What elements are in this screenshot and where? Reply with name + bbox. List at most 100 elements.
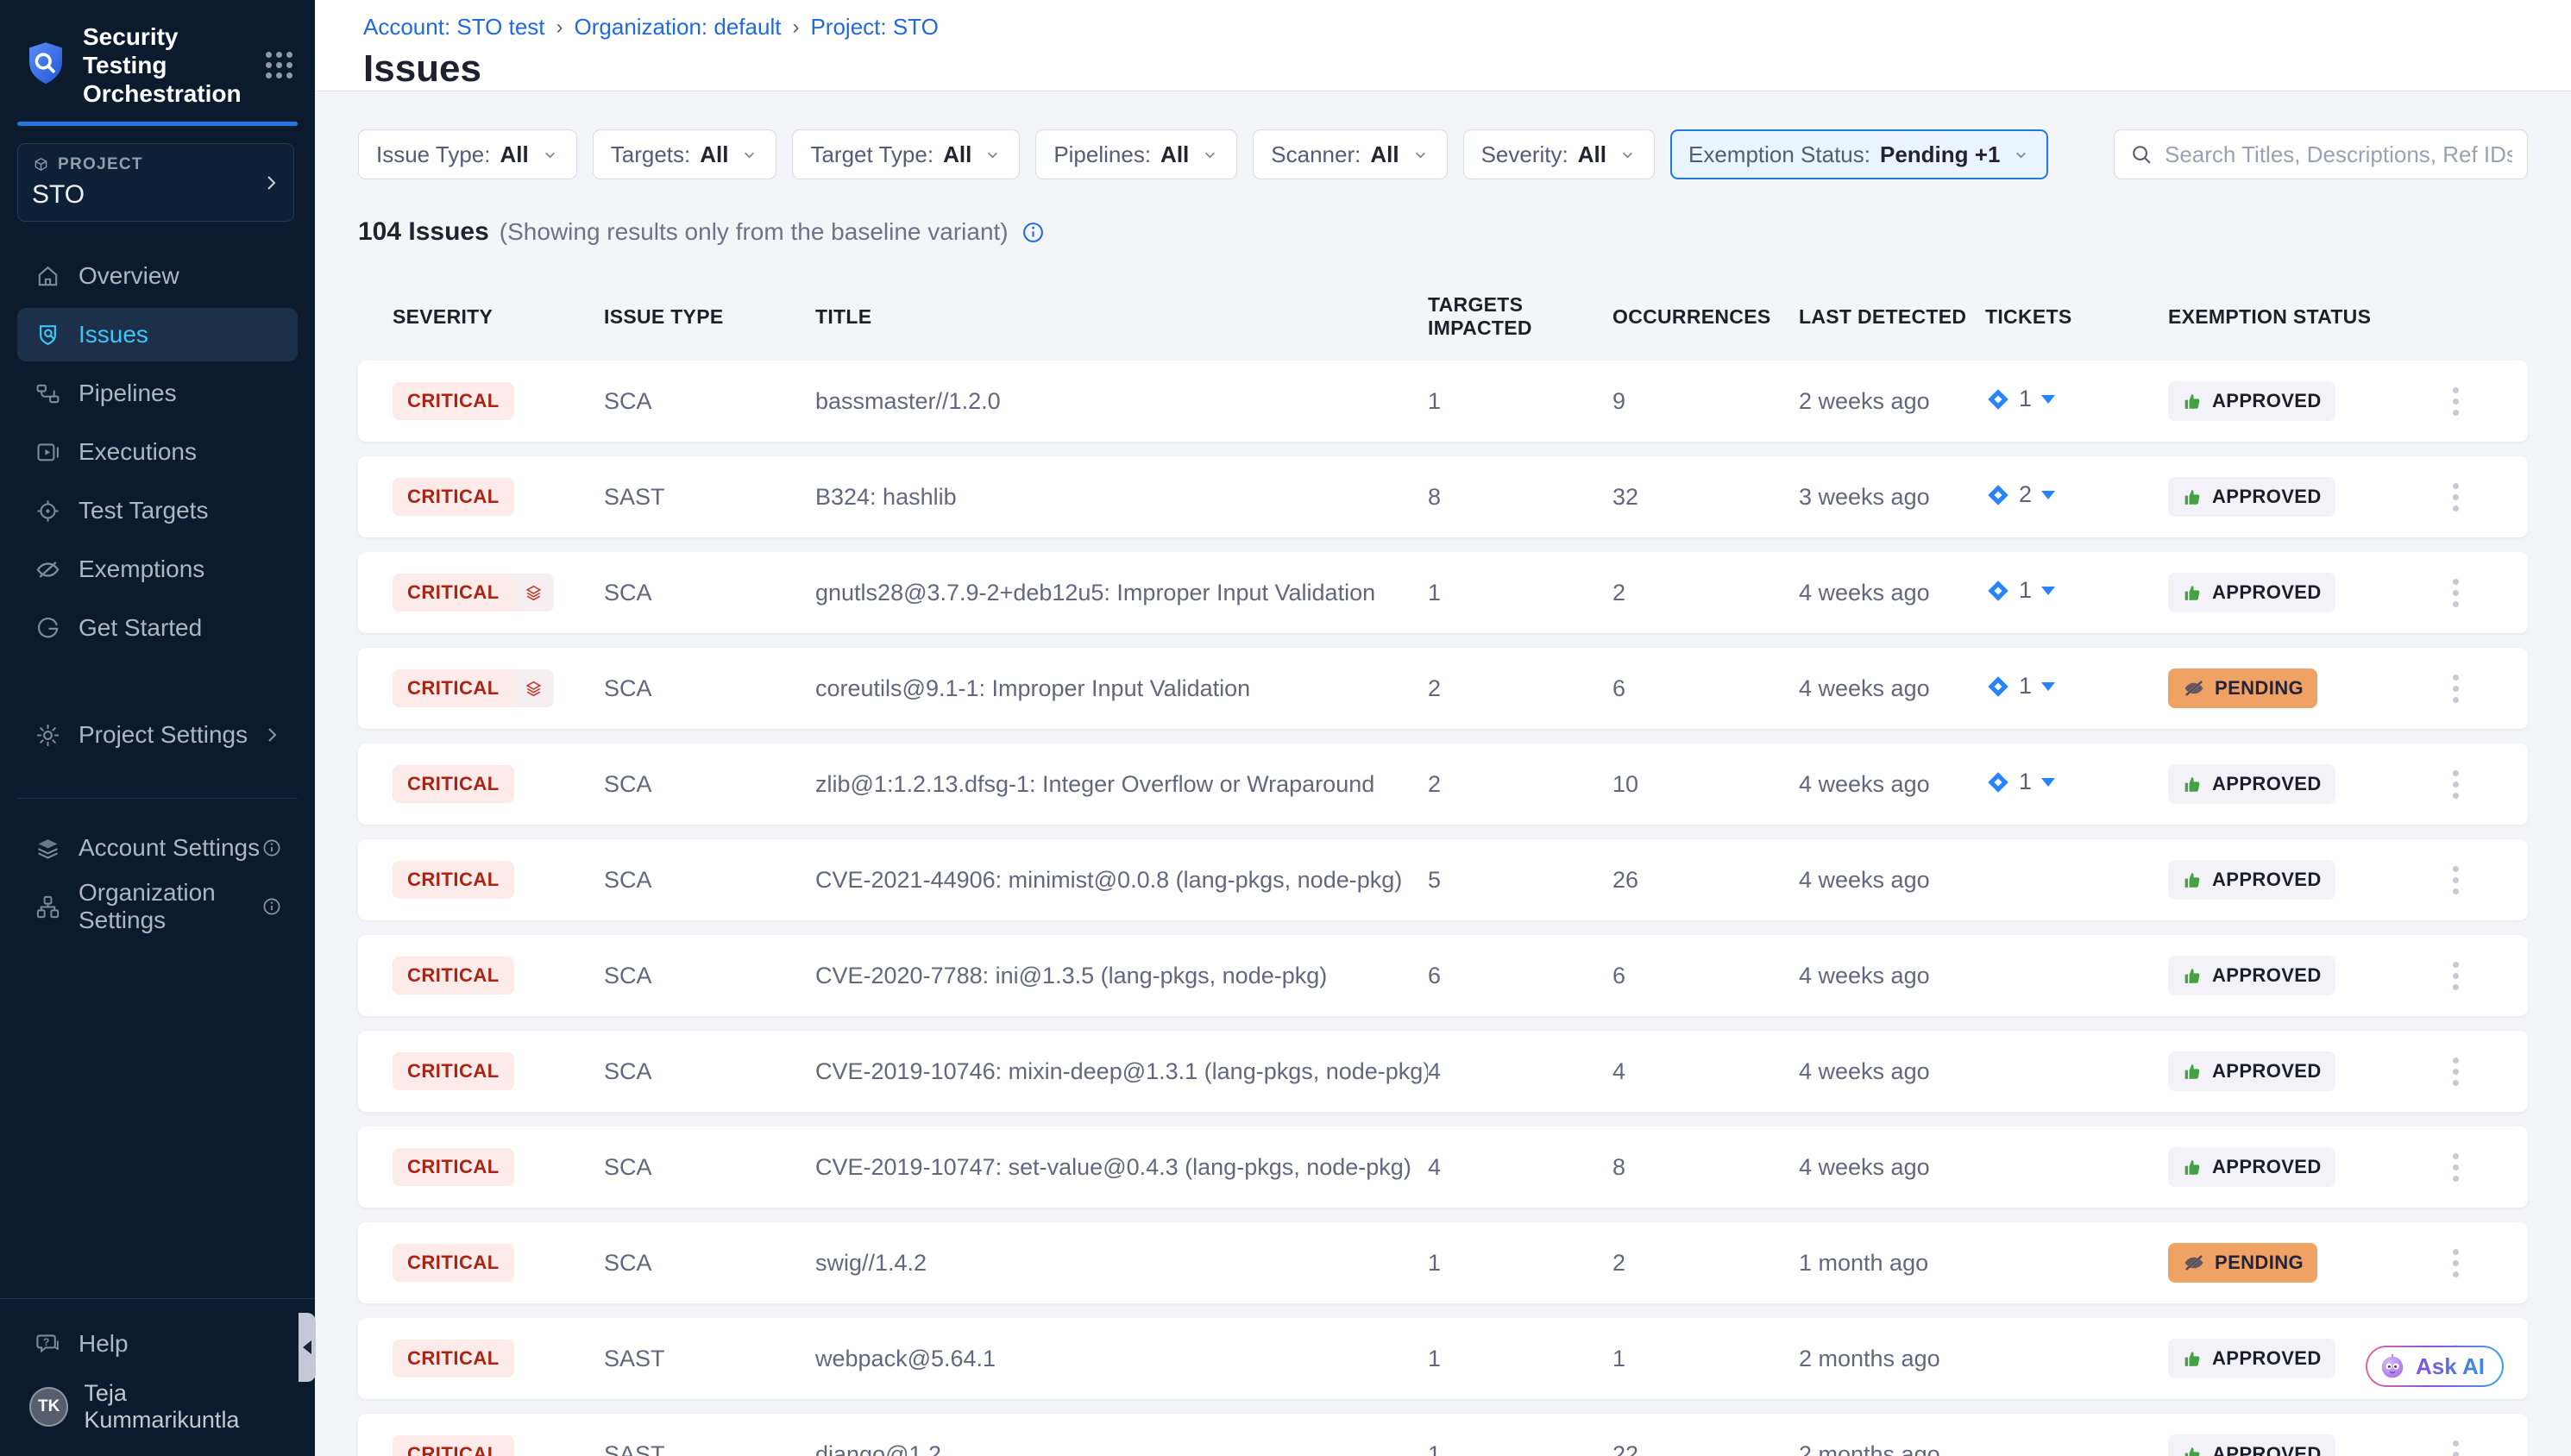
row-menu-kebab-icon[interactable] (2444, 668, 2467, 710)
breadcrumb-project-link[interactable]: Project: STO (810, 14, 938, 41)
filter-pipelines[interactable]: Pipelines:All (1035, 129, 1237, 179)
row-menu-kebab-icon[interactable] (2444, 955, 2467, 997)
sidebar-collapse-handle[interactable] (299, 1313, 316, 1382)
info-icon[interactable] (1021, 220, 1046, 245)
issue-type-cell: SCA (604, 580, 815, 606)
sidebar-item-executions[interactable]: Executions (17, 425, 298, 479)
exemption-status-cell: PENDING (2168, 1243, 2418, 1283)
issue-row[interactable]: CRITICAL SCA CVE-2019-10747: set-value@0… (358, 1127, 2528, 1208)
row-menu-kebab-icon[interactable] (2444, 476, 2467, 518)
issue-type-cell: SCA (604, 1154, 815, 1181)
row-menu-kebab-icon[interactable] (2444, 1146, 2467, 1189)
exemption-status-cell: APPROVED (2168, 860, 2418, 900)
severity-cell: CRITICAL (393, 1340, 604, 1378)
issue-row[interactable]: CRITICAL SCA CVE-2019-10746: mixin-deep@… (358, 1031, 2528, 1112)
targets-impacted-cell: 5 (1428, 867, 1612, 894)
row-menu-kebab-icon[interactable] (2444, 859, 2467, 901)
severity-badge: CRITICAL (393, 765, 514, 803)
issue-type-cell: SCA (604, 1058, 815, 1085)
sidebar-item-overview[interactable]: Overview (17, 249, 298, 303)
severity-cell: CRITICAL (393, 765, 604, 803)
sidebar-item-project-settings[interactable]: Project Settings (17, 708, 298, 762)
pipeline-icon (35, 380, 61, 407)
column-targets-impacted: TARGETS IMPACTED (1428, 293, 1612, 340)
column-title: TITLE (815, 305, 1428, 329)
issue-title-cell: swig//1.4.2 (815, 1250, 1428, 1277)
issue-row[interactable]: CRITICAL SCA coreutils@9.1-1: Improper I… (358, 648, 2528, 729)
filter-exemption-status[interactable]: Exemption Status:Pending +1 (1670, 129, 2048, 179)
issue-title-cell: coreutils@9.1-1: Improper Input Validati… (815, 675, 1428, 702)
filter-scanner[interactable]: Scanner:All (1253, 129, 1447, 179)
exemption-status-badge: APPROVED (2168, 860, 2335, 900)
sidebar-item-get-started[interactable]: Get Started (17, 601, 298, 655)
ask-ai-button[interactable]: Ask AI (2366, 1346, 2504, 1387)
ticket-chip[interactable]: 1 (1985, 769, 2055, 795)
severity-cell: CRITICAL (393, 957, 604, 995)
issue-row[interactable]: CRITICAL SAST B324: hashlib 8 32 3 weeks… (358, 456, 2528, 537)
issue-row[interactable]: CRITICAL SAST django@1.2 1 22 2 months a… (358, 1414, 2528, 1456)
ticket-chip[interactable]: 1 (1985, 386, 2055, 412)
ticket-chip[interactable]: 2 (1985, 481, 2055, 508)
sidebar-item-help[interactable]: ? Help (17, 1318, 298, 1370)
ticket-chip[interactable]: 1 (1985, 577, 2055, 604)
sidebar-item-issues[interactable]: Issues (17, 308, 298, 361)
row-menu-kebab-icon[interactable] (2444, 1051, 2467, 1093)
occurrences-cell: 2 (1612, 580, 1799, 606)
ticket-count: 1 (2019, 673, 2032, 700)
filter-severity[interactable]: Severity:All (1463, 129, 1655, 179)
issue-type-cell: SAST (604, 484, 815, 511)
row-menu-kebab-icon[interactable] (2444, 380, 2467, 423)
issue-count: 104 Issues (358, 217, 489, 247)
exemption-status-label: APPROVED (2212, 773, 2322, 795)
actions-cell (2418, 1242, 2493, 1284)
breadcrumb-organization-link[interactable]: Organization: default (575, 14, 782, 41)
info-icon[interactable] (261, 838, 282, 858)
issue-row[interactable]: CRITICAL SCA CVE-2021-44906: minimist@0.… (358, 839, 2528, 920)
issue-type-cell: SCA (604, 675, 815, 702)
actions-cell (2418, 859, 2493, 901)
search-input[interactable] (2165, 141, 2512, 168)
actions-cell (2418, 380, 2493, 423)
exemption-status-cell: PENDING (2168, 668, 2418, 708)
issue-row[interactable]: CRITICAL SCA CVE-2020-7788: ini@1.3.5 (l… (358, 935, 2528, 1016)
sidebar-item-organization-settings[interactable]: Organization Settings (17, 880, 298, 933)
user-menu[interactable]: TK Teja Kummarikuntla (17, 1380, 298, 1434)
occurrences-cell: 10 (1612, 771, 1799, 798)
ticket-chip[interactable]: 1 (1985, 673, 2055, 700)
tickets-cell: 1 (1985, 769, 2168, 800)
chevron-down-icon (2012, 146, 2030, 164)
row-menu-kebab-icon[interactable] (2444, 763, 2467, 806)
exemption-status-cell: APPROVED (2168, 477, 2418, 517)
ticket-caret-down-icon (2041, 395, 2055, 404)
module-grid-icon[interactable] (262, 48, 296, 82)
app-window: Security Testing Orchestration PROJECT S… (0, 0, 2571, 1456)
actions-cell (2418, 668, 2493, 710)
filter-target-type[interactable]: Target Type:All (792, 129, 1020, 179)
ticket-caret-down-icon (2041, 682, 2055, 691)
sidebar-item-exemptions[interactable]: Exemptions (17, 543, 298, 596)
breadcrumb-account-link[interactable]: Account: STO test (363, 14, 545, 41)
row-menu-kebab-icon[interactable] (2444, 1434, 2467, 1456)
sidebar-item-account-settings[interactable]: Account Settings (17, 821, 298, 875)
jira-ticket-icon (1985, 769, 2011, 795)
project-selector[interactable]: PROJECT STO (17, 143, 294, 222)
severity-cell: CRITICAL (393, 478, 604, 516)
info-icon[interactable] (261, 896, 282, 917)
issues-table-body: CRITICAL SCA bassmaster//1.2.0 1 9 2 wee… (358, 361, 2528, 1456)
issue-title-cell: bassmaster//1.2.0 (815, 388, 1428, 415)
filter-issue-type[interactable]: Issue Type:All (358, 129, 577, 179)
issue-row[interactable]: CRITICAL SCA gnutls28@3.7.9-2+deb12u5: I… (358, 552, 2528, 633)
row-menu-kebab-icon[interactable] (2444, 572, 2467, 614)
sidebar-item-label: Account Settings (79, 834, 260, 862)
issue-row[interactable]: CRITICAL SCA bassmaster//1.2.0 1 9 2 wee… (358, 361, 2528, 442)
chevron-down-icon (984, 146, 1002, 164)
chevron-down-icon (1619, 146, 1637, 164)
filter-targets[interactable]: Targets:All (593, 129, 777, 179)
exemption-status-badge: APPROVED (2168, 1051, 2335, 1091)
issue-row[interactable]: CRITICAL SCA swig//1.4.2 1 2 1 month ago… (358, 1222, 2528, 1303)
sidebar-item-pipelines[interactable]: Pipelines (17, 367, 298, 420)
issue-row[interactable]: CRITICAL SCA zlib@1:1.2.13.dfsg-1: Integ… (358, 744, 2528, 825)
issue-row[interactable]: CRITICAL SAST webpack@5.64.1 1 1 2 month… (358, 1318, 2528, 1399)
row-menu-kebab-icon[interactable] (2444, 1242, 2467, 1284)
sidebar-item-test-targets[interactable]: Test Targets (17, 484, 298, 537)
